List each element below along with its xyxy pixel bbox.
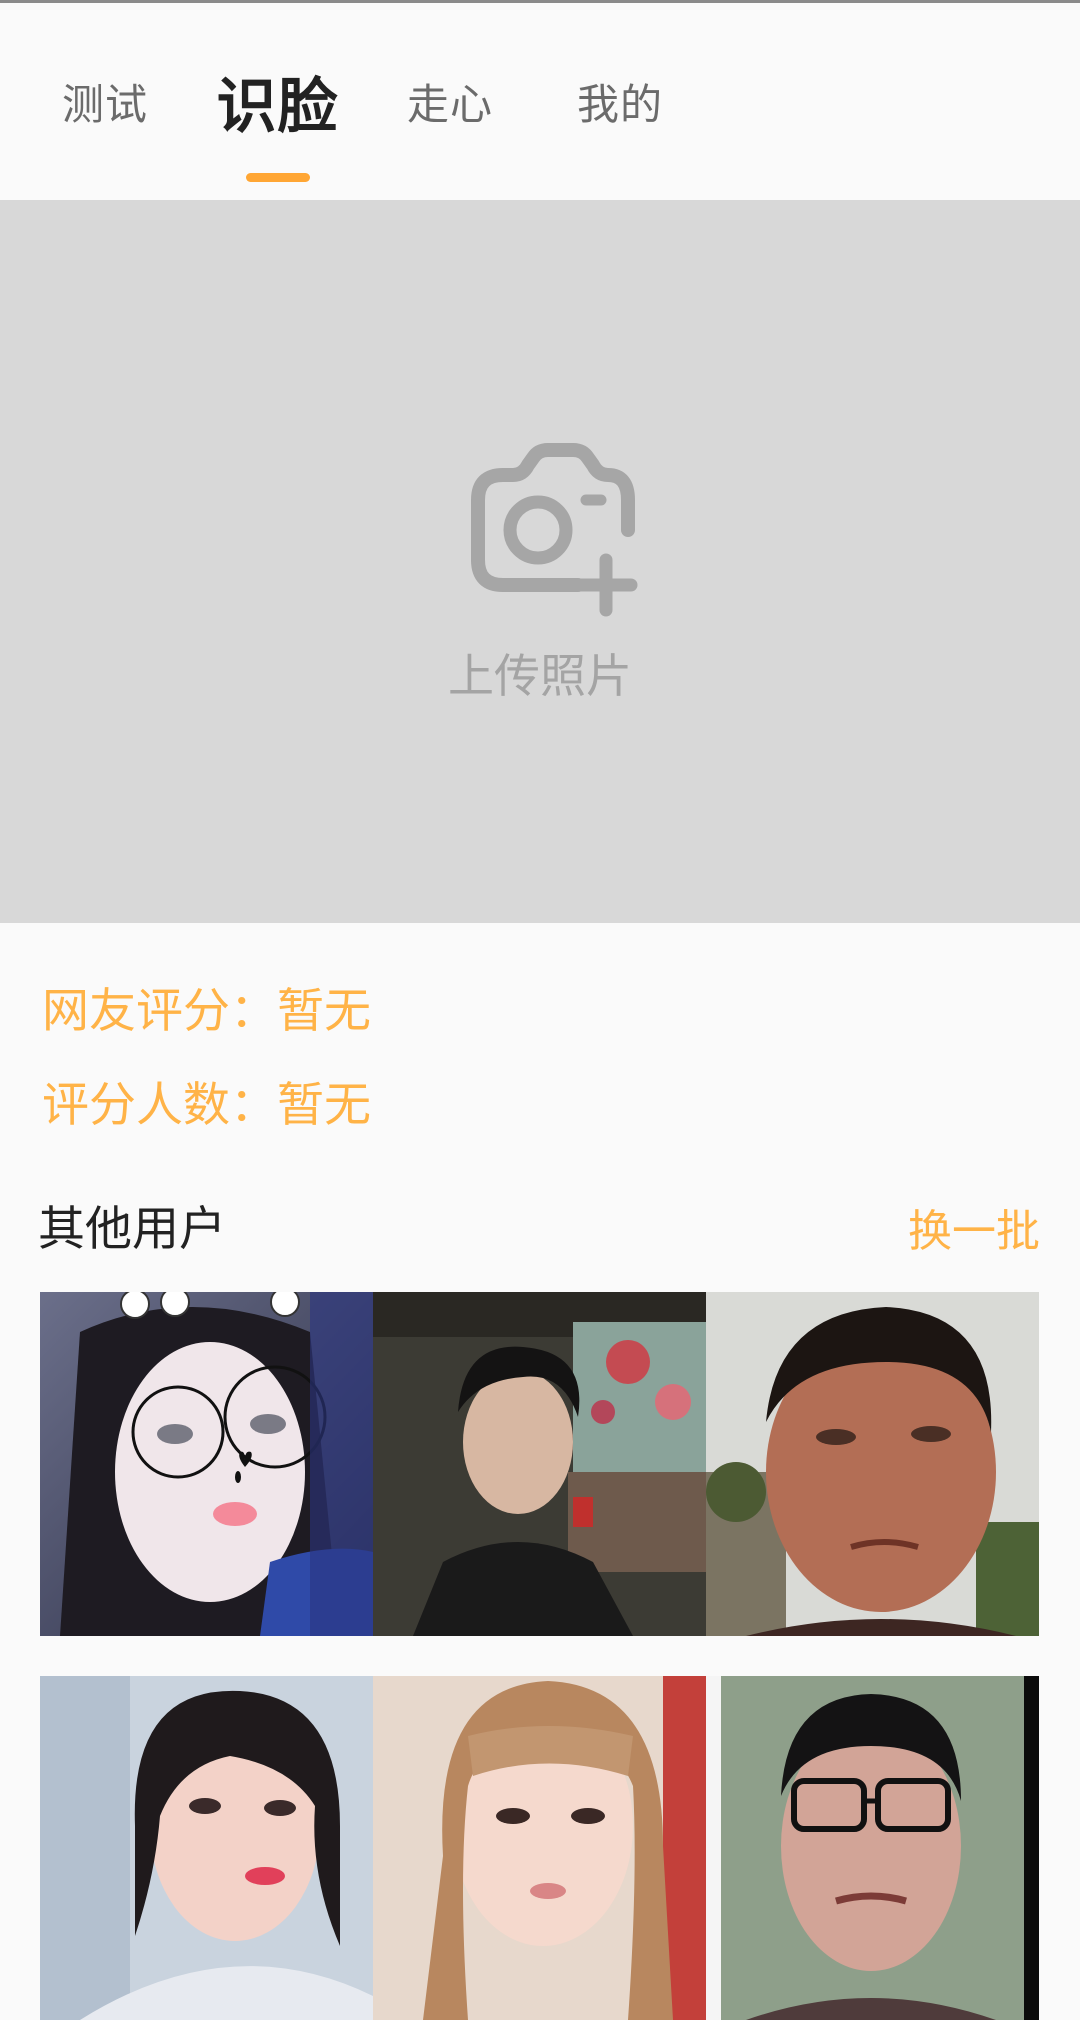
tab-mine[interactable]: 我的 bbox=[555, 3, 685, 200]
upload-photo-label: 上传照片 bbox=[448, 649, 632, 703]
tab-mine-label: 我的 bbox=[576, 80, 663, 129]
active-tab-indicator bbox=[245, 173, 310, 182]
tab-face[interactable]: 识脸 bbox=[200, 3, 355, 200]
other-users-title: 其他用户 bbox=[38, 1202, 226, 1257]
netizen-rating: 网友评分：暂无 bbox=[42, 984, 371, 1039]
refresh-batch-button[interactable]: 换一批 bbox=[908, 1195, 1040, 1259]
tab-face-label: 识脸 bbox=[216, 72, 339, 142]
user-photo-row bbox=[40, 1292, 1040, 1636]
tab-test[interactable]: 测试 bbox=[40, 3, 170, 200]
upload-photo-area[interactable]: 上传照片 bbox=[0, 200, 1080, 923]
tab-bar: 测试 识脸 走心 我的 bbox=[0, 3, 1080, 200]
user-photo-3[interactable] bbox=[706, 1292, 1039, 1636]
user-photo-1[interactable] bbox=[40, 1292, 373, 1636]
tab-test-label: 测试 bbox=[61, 80, 148, 129]
user-photo-6[interactable] bbox=[706, 1676, 1039, 2020]
tab-heart-label: 走心 bbox=[406, 80, 493, 129]
user-photo-5[interactable] bbox=[373, 1676, 706, 2020]
rating-count: 评分人数：暂无 bbox=[42, 1078, 371, 1133]
user-photo-2[interactable] bbox=[373, 1292, 706, 1636]
user-photo-4[interactable] bbox=[40, 1676, 373, 2020]
tab-heart[interactable]: 走心 bbox=[385, 3, 515, 200]
user-photo-row bbox=[40, 1676, 1040, 2020]
camera-plus-icon bbox=[471, 443, 638, 617]
